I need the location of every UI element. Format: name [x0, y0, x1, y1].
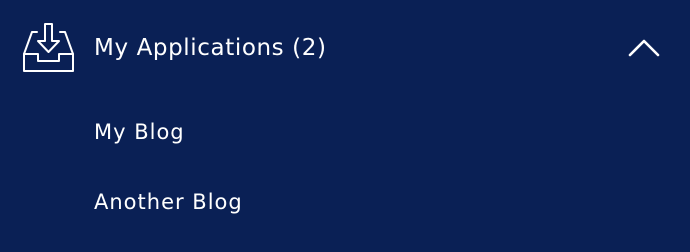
submenu-item-label: My Blog — [94, 120, 185, 144]
submenu-item-my-blog[interactable]: My Blog — [0, 102, 690, 162]
inbox-download-icon — [23, 23, 74, 72]
applications-menu: My Applications (2) My Blog Another Blog — [0, 0, 690, 252]
applications-menu-title: My Applications (2) — [94, 35, 327, 61]
chevron-up-icon[interactable] — [628, 38, 660, 58]
submenu-item-label: Another Blog — [94, 190, 243, 214]
applications-menu-toggle[interactable]: My Applications (2) — [0, 0, 690, 98]
submenu-item-another-blog[interactable]: Another Blog — [0, 172, 690, 232]
